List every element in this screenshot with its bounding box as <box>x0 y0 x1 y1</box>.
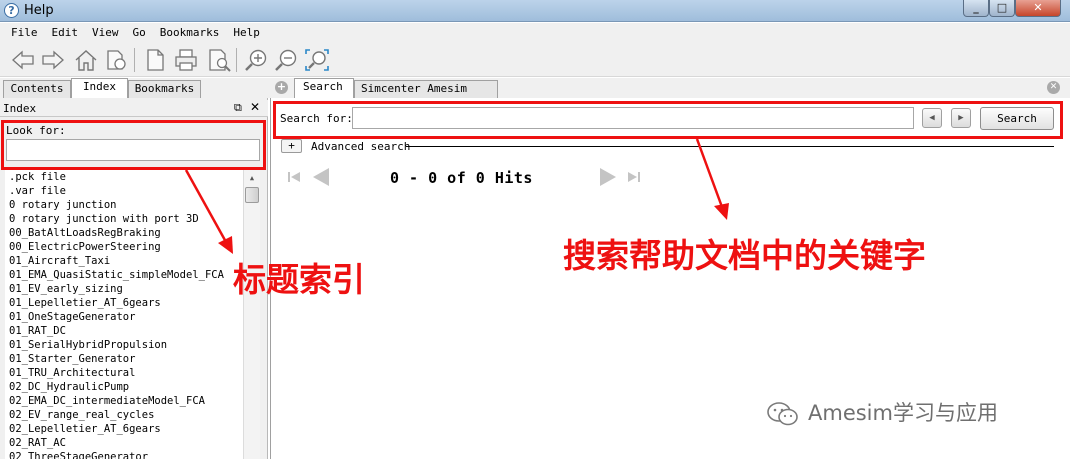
index-annotation-label: 标题索引 <box>233 260 365 299</box>
watermark-text: Amesim学习与应用 <box>808 401 998 425</box>
wechat-icon <box>767 402 798 426</box>
search-annotation-arrow <box>695 138 724 208</box>
index-annotation-arrow <box>184 169 228 243</box>
search-annotation-arrowhead <box>714 203 729 220</box>
search-annotation-label: 搜索帮助文档中的关键字 <box>563 236 926 275</box>
